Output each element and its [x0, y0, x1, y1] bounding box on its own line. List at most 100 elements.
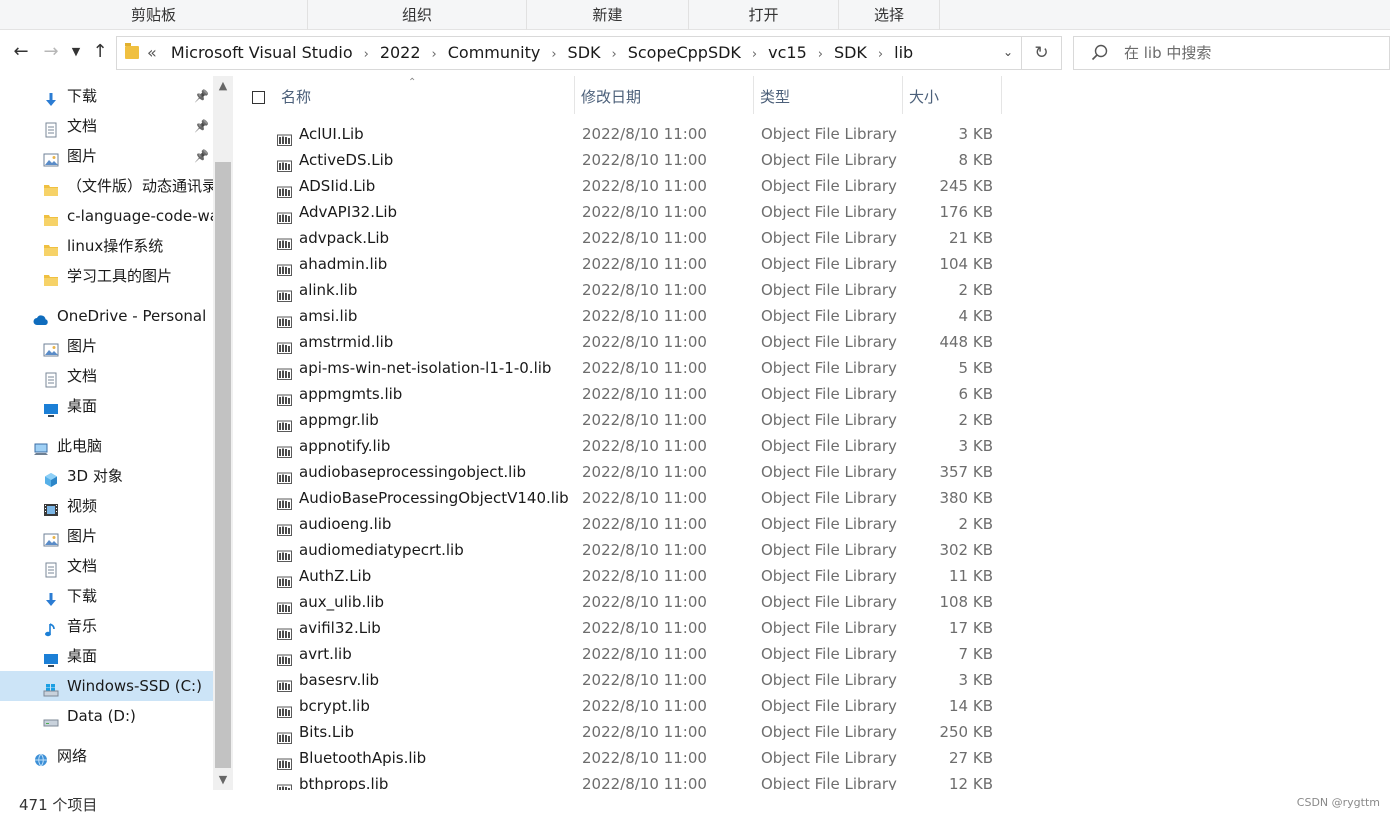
- chevron-right-icon[interactable]: ›: [818, 47, 823, 62]
- nav-item[interactable]: c-language-code-warehouse: [0, 201, 213, 231]
- nav-item[interactable]: 音乐: [0, 611, 213, 641]
- scroll-up-icon[interactable]: ▲: [213, 76, 233, 96]
- file-row[interactable]: AuthZ.Lib 2022/8/10 11:00 Object File Libr…: [235, 563, 1390, 589]
- file-row[interactable]: AudioBaseProcessingObjectV140.lib 2022/8/…: [235, 485, 1390, 511]
- breadcrumb-item[interactable]: 2022: [380, 43, 421, 62]
- select-all-checkbox[interactable]: [252, 91, 265, 104]
- nav-item[interactable]: 此电脑: [0, 431, 213, 461]
- up-button[interactable]: ↑: [89, 41, 111, 63]
- breadcrumb-item[interactable]: SDK: [834, 43, 867, 62]
- nav-item[interactable]: 文档: [0, 361, 213, 391]
- nav-item[interactable]: 图片 📌: [0, 141, 213, 171]
- nav-item-label: Windows-SSD (C:): [67, 677, 202, 695]
- file-row[interactable]: amsi.lib 2022/8/10 11:00 Object File Libra…: [235, 303, 1390, 329]
- file-row[interactable]: bcrypt.lib 2022/8/10 11:00 Object File Lib…: [235, 693, 1390, 719]
- nav-item[interactable]: 视频: [0, 491, 213, 521]
- scroll-down-icon[interactable]: ▼: [213, 770, 233, 790]
- nav-item[interactable]: 文档 📌: [0, 111, 213, 141]
- nav-item[interactable]: 学习工具的图片: [0, 261, 213, 291]
- ribbon-open[interactable]: 打开: [689, 0, 839, 30]
- nav-item[interactable]: 3D 对象: [0, 461, 213, 491]
- video-icon: [43, 498, 59, 516]
- file-row[interactable]: ActiveDS.Lib 2022/8/10 11:00 Object File L…: [235, 147, 1390, 173]
- library-file-icon: [277, 648, 292, 666]
- nav-item[interactable]: Windows-SSD (C:): [0, 671, 213, 701]
- overflow-chevron[interactable]: «: [147, 43, 157, 62]
- file-type: Object File Library: [761, 489, 897, 507]
- ribbon-organize[interactable]: 组织: [308, 0, 527, 30]
- search-input[interactable]: [1124, 43, 1364, 63]
- chevron-right-icon[interactable]: ›: [752, 47, 757, 62]
- column-header-type[interactable]: 类型: [754, 76, 903, 114]
- address-bar[interactable]: « Microsoft Visual Studio › 2022 › Community…: [116, 36, 1022, 70]
- refresh-button[interactable]: ↻: [1022, 36, 1062, 70]
- file-row[interactable]: api-ms-win-net-isolation-l1-1-0.lib 2022/…: [235, 355, 1390, 381]
- file-row[interactable]: audioeng.lib 2022/8/10 11:00 Object File L…: [235, 511, 1390, 537]
- breadcrumb-item[interactable]: lib: [894, 43, 913, 62]
- nav-item[interactable]: （文件版）动态通讯录: [0, 171, 213, 201]
- breadcrumb-item[interactable]: Microsoft Visual Studio: [171, 43, 353, 62]
- chevron-right-icon[interactable]: ›: [878, 47, 883, 62]
- nav-item[interactable]: OneDrive - Personal: [0, 301, 213, 331]
- file-size: 302 KB: [939, 541, 993, 559]
- file-row[interactable]: BluetoothApis.lib 2022/8/10 11:00 Object F…: [235, 745, 1390, 771]
- breadcrumb-item[interactable]: Community: [448, 43, 541, 62]
- file-row[interactable]: advpack.Lib 2022/8/10 11:00 Object File Li…: [235, 225, 1390, 251]
- nav-item[interactable]: Data (D:): [0, 701, 213, 731]
- ribbon-select[interactable]: 选择: [839, 0, 940, 30]
- chevron-right-icon[interactable]: ›: [551, 47, 556, 62]
- file-row[interactable]: avrt.lib 2022/8/10 11:00 Object File Libra…: [235, 641, 1390, 667]
- breadcrumb-item[interactable]: ScopeCppSDK: [628, 43, 741, 62]
- ribbon-new[interactable]: 新建: [527, 0, 689, 30]
- column-header-date[interactable]: 修改日期: [575, 76, 754, 114]
- file-row[interactable]: bthprops.lib 2022/8/10 11:00 Object File L…: [235, 771, 1390, 790]
- column-header-name[interactable]: 名称: [275, 76, 575, 114]
- nav-item[interactable]: 图片: [0, 331, 213, 361]
- scroll-thumb[interactable]: [215, 162, 231, 768]
- chevron-right-icon[interactable]: ›: [364, 47, 369, 62]
- chevron-down-icon[interactable]: ⌄: [1003, 45, 1013, 59]
- chevron-right-icon[interactable]: ›: [432, 47, 437, 62]
- nav-item[interactable]: 下载 📌: [0, 81, 213, 111]
- nav-item[interactable]: 网络: [0, 741, 213, 771]
- recent-locations-button[interactable]: ▼: [65, 41, 87, 63]
- nav-item-label: 文档: [67, 117, 98, 135]
- file-row[interactable]: appnotify.lib 2022/8/10 11:00 Object File …: [235, 433, 1390, 459]
- column-header-size[interactable]: 大小: [903, 76, 1002, 114]
- file-row[interactable]: audiobaseprocessingobject.lib 2022/8/10 1…: [235, 459, 1390, 485]
- nav-item[interactable]: 图片: [0, 521, 213, 551]
- file-row[interactable]: avifil32.Lib 2022/8/10 11:00 Object File L…: [235, 615, 1390, 641]
- ribbon-clipboard[interactable]: 剪贴板: [0, 0, 308, 30]
- file-row[interactable]: ADSIid.Lib 2022/8/10 11:00 Object File Lib…: [235, 173, 1390, 199]
- back-button[interactable]: ←: [10, 41, 32, 63]
- file-row[interactable]: appmgmts.lib 2022/8/10 11:00 Object File L…: [235, 381, 1390, 407]
- file-size: 104 KB: [939, 255, 993, 273]
- file-row[interactable]: AclUI.Lib 2022/8/10 11:00 Object File Libr…: [235, 121, 1390, 147]
- item-count: 471 个项目: [19, 796, 98, 814]
- cloud-icon: [33, 308, 49, 325]
- breadcrumb-item[interactable]: SDK: [568, 43, 601, 62]
- file-row[interactable]: basesrv.lib 2022/8/10 11:00 Object File Li…: [235, 667, 1390, 693]
- nav-item[interactable]: 文档: [0, 551, 213, 581]
- file-row[interactable]: alink.lib 2022/8/10 11:00 Object File Libr…: [235, 277, 1390, 303]
- file-row[interactable]: aux_ulib.lib 2022/8/10 11:00 Object File L…: [235, 589, 1390, 615]
- nav-scrollbar[interactable]: ▲ ▼: [213, 76, 233, 790]
- file-row[interactable]: audiomediatypecrt.lib 2022/8/10 11:00 Obje…: [235, 537, 1390, 563]
- file-row[interactable]: AdvAPI32.Lib 2022/8/10 11:00 Object File L…: [235, 199, 1390, 225]
- file-row[interactable]: ahadmin.lib 2022/8/10 11:00 Object File Li…: [235, 251, 1390, 277]
- search-box[interactable]: [1073, 36, 1390, 70]
- nav-item-label: 图片: [67, 147, 98, 165]
- nav-item[interactable]: 桌面: [0, 391, 213, 421]
- nav-item[interactable]: linux操作系统: [0, 231, 213, 261]
- breadcrumb-item[interactable]: vc15: [768, 43, 807, 62]
- file-row[interactable]: appmgr.lib 2022/8/10 11:00 Object File Lib…: [235, 407, 1390, 433]
- nav-item[interactable]: 下载: [0, 581, 213, 611]
- nav-item[interactable]: 桌面: [0, 641, 213, 671]
- file-row[interactable]: Bits.Lib 2022/8/10 11:00 Object File Libra…: [235, 719, 1390, 745]
- music-icon: [43, 618, 59, 637]
- folder-icon: [43, 208, 59, 226]
- file-row[interactable]: amstrmid.lib 2022/8/10 11:00 Object File L…: [235, 329, 1390, 355]
- chevron-right-icon[interactable]: ›: [612, 47, 617, 62]
- forward-button[interactable]: →: [40, 41, 62, 63]
- file-size: 245 KB: [939, 177, 993, 195]
